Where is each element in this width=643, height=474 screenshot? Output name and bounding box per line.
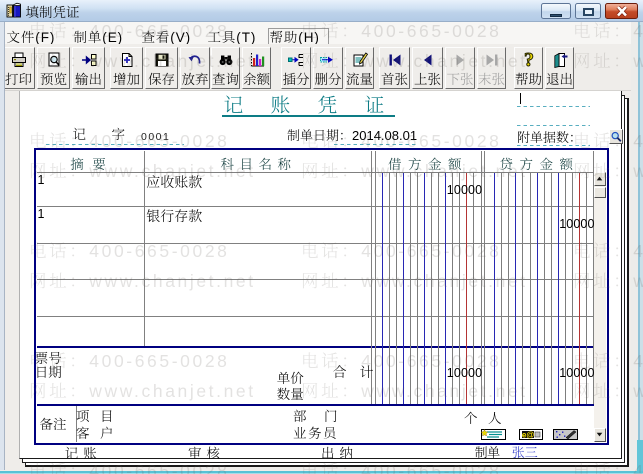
- svg-text:?: ?: [524, 52, 534, 68]
- svg-text:e@: e@: [521, 430, 533, 439]
